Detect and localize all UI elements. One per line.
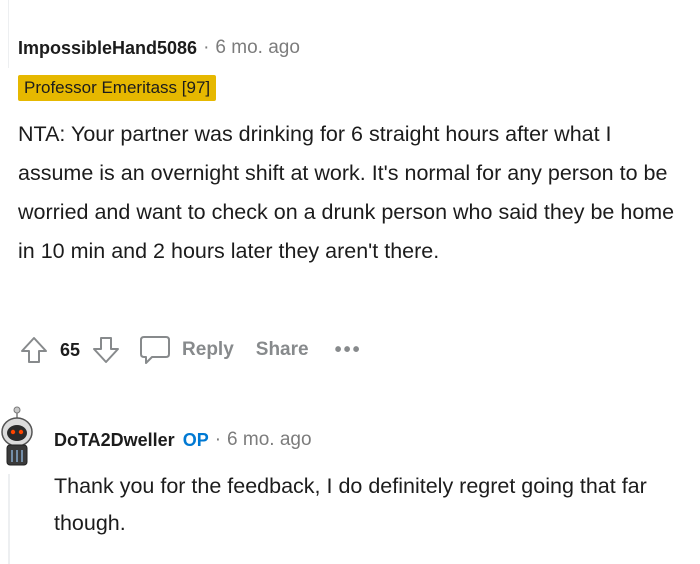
- snoo-avatar-icon: [1, 406, 33, 466]
- reply-meta: DoTA2Dweller OP · 6 mo. ago: [54, 428, 684, 452]
- reply-button[interactable]: Reply: [138, 330, 234, 370]
- reply-body: Thank you for the feedback, I do definit…: [54, 474, 647, 535]
- comment-timestamp[interactable]: 6 mo. ago: [215, 37, 300, 59]
- reply-timestamp[interactable]: 6 mo. ago: [227, 429, 312, 451]
- share-label: Share: [255, 339, 309, 360]
- upvote-button[interactable]: [16, 330, 52, 370]
- comment-author[interactable]: ImpossibleHand5086: [18, 38, 197, 59]
- user-flair: Professor Emeritass [97]: [18, 75, 217, 101]
- upvote-arrow-icon: [21, 337, 47, 363]
- op-badge: OP: [182, 429, 209, 450]
- comment-body: NTA: Your partner was drinking for 6 str…: [18, 122, 675, 263]
- reply-label: Reply: [182, 339, 234, 360]
- thread-line[interactable]: [8, 0, 9, 68]
- meta-separator: ·: [203, 37, 210, 58]
- more-options-button[interactable]: •••: [335, 339, 362, 362]
- comment-actions: 65 Reply Share •••: [16, 330, 362, 370]
- reply-author[interactable]: DoTA2Dweller: [54, 430, 175, 451]
- avatar[interactable]: [0, 398, 36, 468]
- speech-bubble-icon: [140, 336, 171, 364]
- meta-separator: ·: [214, 429, 222, 450]
- comment-meta: ImpossibleHand5086 · 6 mo. ago: [18, 36, 688, 60]
- comment: ImpossibleHand5086 · 6 mo. ago Professor…: [18, 36, 688, 271]
- reply-comment: DoTA2Dweller OP · 6 mo. ago Thank you fo…: [54, 428, 684, 542]
- downvote-button[interactable]: [88, 330, 124, 370]
- share-button[interactable]: Share: [256, 330, 309, 370]
- vote-score: 65: [60, 339, 81, 360]
- thread-line[interactable]: [8, 474, 10, 564]
- downvote-arrow-icon: [93, 337, 120, 363]
